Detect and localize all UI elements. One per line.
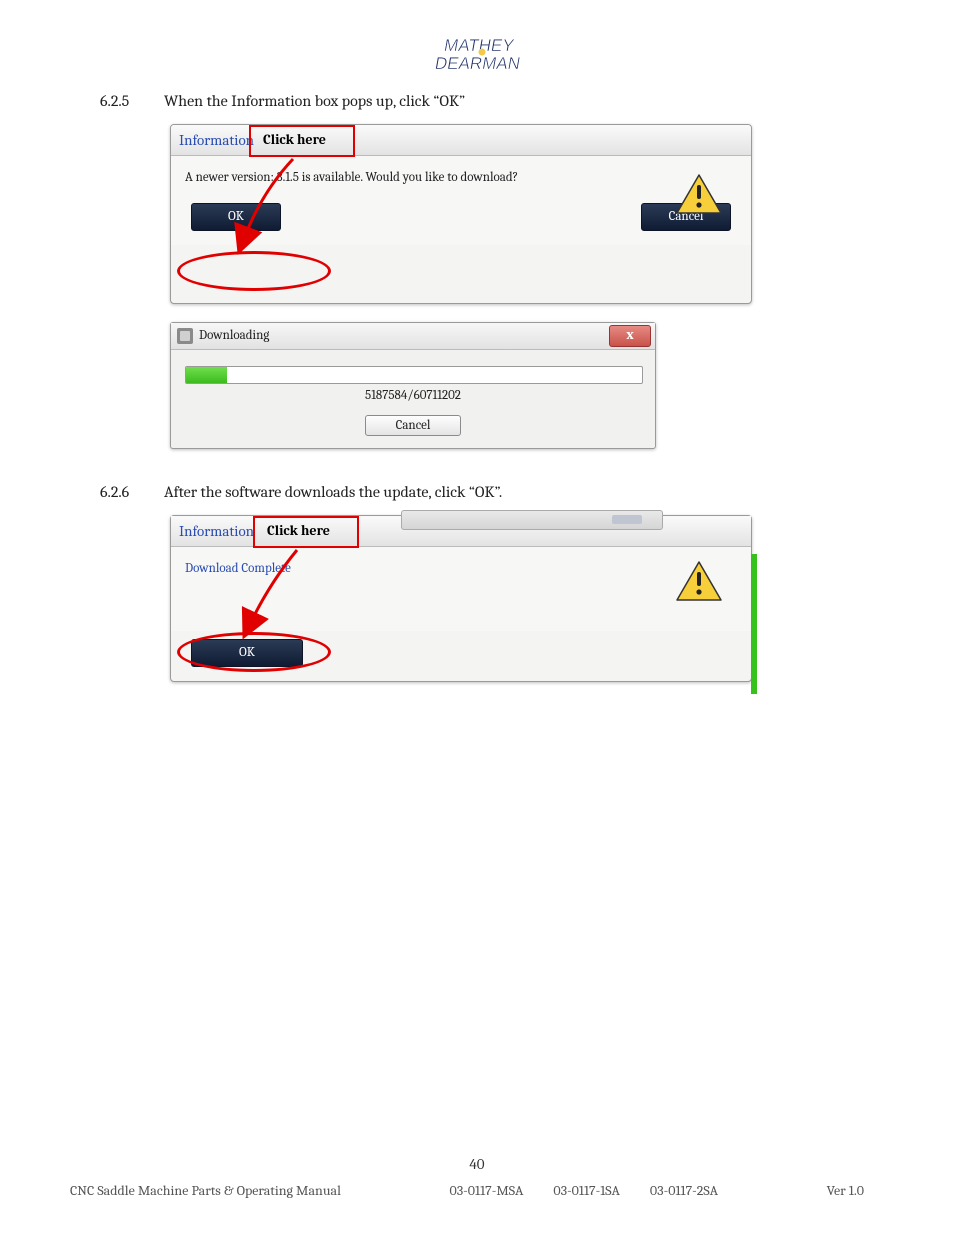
warning-icon — [675, 173, 723, 219]
page-footer: CNC Saddle Machine Parts & Operating Man… — [0, 1182, 954, 1199]
dialog-title: Downloading x — [171, 323, 655, 350]
progress-fill — [186, 367, 227, 383]
step-text: After the software downloads the update,… — [164, 483, 864, 501]
footer-code: 03-0117-2SA — [650, 1182, 718, 1199]
information-dialog: Information A newer version: 3.1.5 is av… — [170, 124, 752, 304]
background-window — [401, 510, 663, 530]
close-button[interactable]: x — [609, 325, 651, 347]
dialog-title-text: Downloading — [199, 328, 269, 343]
app-icon — [177, 328, 193, 344]
footer-title: CNC Saddle Machine Parts & Operating Man… — [70, 1182, 341, 1199]
annotation-red-oval — [177, 251, 331, 291]
information-dialog: Information Download Complete OK Click h… — [170, 515, 752, 682]
step-number: 6.2.5 — [100, 92, 164, 110]
progress-bar — [185, 366, 643, 384]
step-text: When the Information box pops up, click … — [164, 92, 864, 110]
svg-text:DEARMAN: DEARMAN — [433, 53, 521, 73]
page-number: 40 — [0, 1155, 954, 1173]
step-6-2-5: 6.2.5 When the Information box pops up, … — [100, 92, 864, 110]
downloading-dialog: Downloading x 5187584/60711202 Cancel — [170, 322, 656, 449]
annotation-click-here: Click here — [263, 131, 326, 148]
annotation-red-oval — [177, 632, 331, 672]
footer-code: 03-0117-MSA — [449, 1182, 523, 1199]
warning-icon — [675, 560, 723, 606]
step-6-2-6: 6.2.6 After the software downloads the u… — [100, 483, 864, 501]
annotation-click-here: Click here — [267, 522, 330, 539]
step-number: 6.2.6 — [100, 483, 164, 501]
cancel-button[interactable]: Cancel — [365, 415, 461, 436]
brand-logo: MATHEY DEARMAN — [100, 30, 864, 82]
annotation-arrow — [231, 153, 301, 257]
background-green-bar — [751, 554, 757, 694]
progress-text: 5187584/60711202 — [185, 388, 641, 403]
footer-version: Ver 1.0 — [827, 1182, 864, 1199]
footer-code: 03-0117-1SA — [553, 1182, 620, 1199]
